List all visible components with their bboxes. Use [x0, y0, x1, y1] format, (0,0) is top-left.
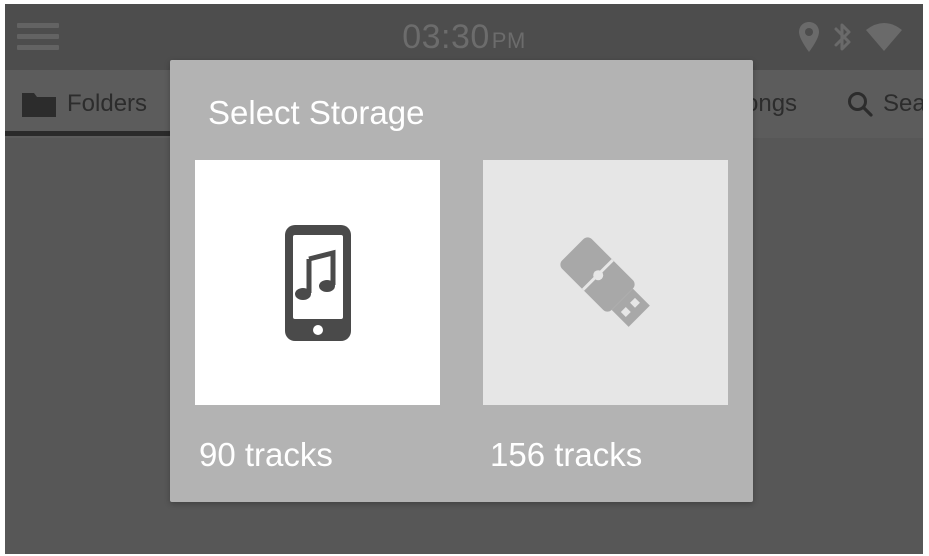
phone-music-icon [284, 224, 351, 341]
clock-time: 03:30 [402, 18, 490, 56]
device-frame: 03:30PM Folders ongs Sea Select Storage … [0, 0, 929, 556]
wifi-icon [866, 23, 902, 51]
storage-option-usb[interactable] [483, 160, 728, 405]
search-icon [848, 92, 873, 117]
storage-option-phone[interactable] [195, 160, 440, 405]
tab-selected-indicator [5, 131, 175, 136]
usb-drive-icon [559, 236, 650, 327]
clock-ampm: PM [491, 28, 526, 53]
clock: 03:30PM [5, 18, 923, 57]
folder-icon [22, 93, 56, 117]
tab-search-label: Sea [883, 90, 923, 117]
tab-folders[interactable]: Folders [5, 70, 175, 138]
location-pin-icon [799, 22, 819, 52]
phone-track-count: 90 tracks [199, 436, 333, 473]
tab-folders-label: Folders [67, 90, 148, 117]
usb-track-count: 156 tracks [490, 436, 643, 473]
tab-search[interactable]: Sea [847, 70, 923, 138]
status-icons [797, 20, 903, 54]
bluetooth-icon [834, 23, 851, 51]
dialog-title: Select Storage [208, 94, 425, 131]
select-storage-dialog: Select Storage 90 tracks 156 tracks [170, 60, 753, 502]
